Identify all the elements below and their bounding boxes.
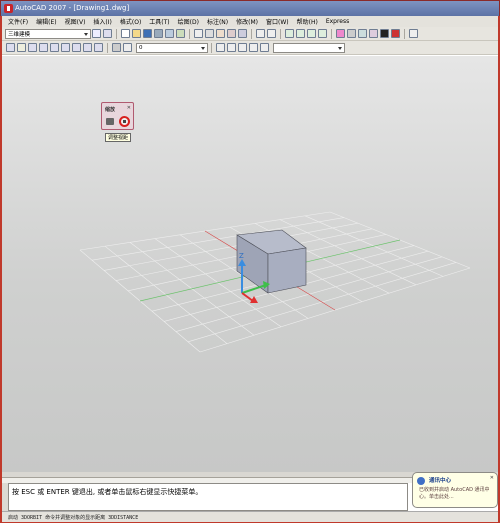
status-bar: 启动 3DORBIT 命令并调整对象的显示距离 3DDISTANCE <box>2 511 498 522</box>
close-icon[interactable]: ✕ <box>127 105 131 111</box>
box-side-face[interactable] <box>267 247 307 294</box>
balloon-body[interactable]: 已收到并启动 AutoCAD 通讯中心。单击此处... <box>419 487 495 501</box>
widget-title: 缩放 <box>105 107 116 113</box>
ucs-x-axis <box>241 292 254 302</box>
adjust-distance-button[interactable] <box>119 116 130 127</box>
zoom-realtime-button[interactable] <box>106 118 114 125</box>
ucs-z-label: Z <box>239 252 244 260</box>
notification-balloon[interactable]: 通讯中心 ✕ 已收到并启动 AutoCAD 通讯中心。单击此处... <box>412 472 498 508</box>
tooltip: 调整视距 <box>105 133 132 142</box>
model-space-scene: Z <box>79 211 471 353</box>
balloon-title: 通讯中心 <box>429 478 452 484</box>
zoom-toolbar-widget: 缩放 ✕ <box>101 102 134 130</box>
command-line[interactable]: 按 ESC 或 ENTER 键退出, 或者单击鼠标右键显示快捷菜单。 <box>8 483 408 511</box>
command-prompt: 按 ESC 或 ENTER 键退出, 或者单击鼠标右键显示快捷菜单。 <box>12 488 203 496</box>
close-icon[interactable]: ✕ <box>490 475 494 481</box>
info-icon <box>417 477 425 485</box>
status-text: 启动 3DORBIT 命令并调整对象的显示距离 3DDISTANCE <box>8 515 139 521</box>
